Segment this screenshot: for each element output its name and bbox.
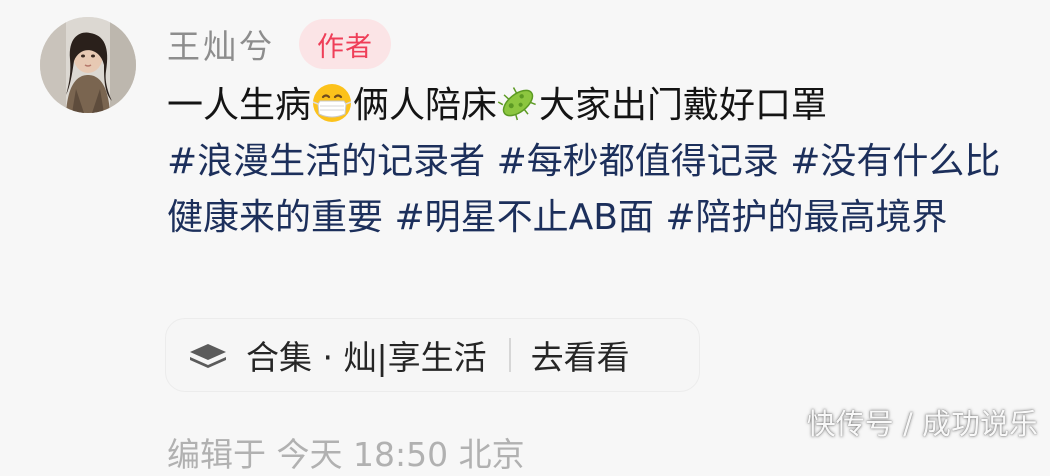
author-badge: 作者	[299, 19, 391, 69]
avatar-portrait-image	[40, 17, 136, 113]
post-text-part-2: 俩人陪床	[353, 85, 498, 126]
layers-icon	[186, 333, 230, 377]
collection-label: 合集 · 灿|享生活	[246, 338, 487, 377]
watermark: 快传号 / 成功说乐	[806, 407, 1038, 441]
collection-card[interactable]: 合集 · 灿|享生活 去看看	[165, 318, 700, 392]
post-text-line: 一人生病 俩人陪床 大家出门戴好口罩	[167, 78, 1012, 134]
post-meta-line: 编辑于 今天 18:50 北京	[167, 435, 525, 474]
post-text-part-3: 大家出门戴好口罩	[539, 85, 828, 126]
hashtag-list[interactable]: #浪漫生活的记录者 #每秒都值得记录 #没有什么比健康来的重要 #明星不止AB面…	[167, 134, 1012, 246]
collection-divider	[508, 338, 511, 372]
microbe-emoji-icon	[497, 87, 536, 121]
mask-face-emoji-icon	[312, 84, 352, 122]
author-row: 王灿兮 作者	[167, 18, 391, 70]
author-name[interactable]: 王灿兮	[167, 20, 275, 68]
post-text-part-1: 一人生病	[167, 85, 312, 126]
go-see-button[interactable]: 去看看	[531, 331, 630, 379]
post-content: 一人生病 俩人陪床 大家出门戴好口罩 #浪漫生活的记录者 #每秒都值得记录 #没…	[167, 78, 1012, 246]
avatar[interactable]	[40, 17, 136, 113]
